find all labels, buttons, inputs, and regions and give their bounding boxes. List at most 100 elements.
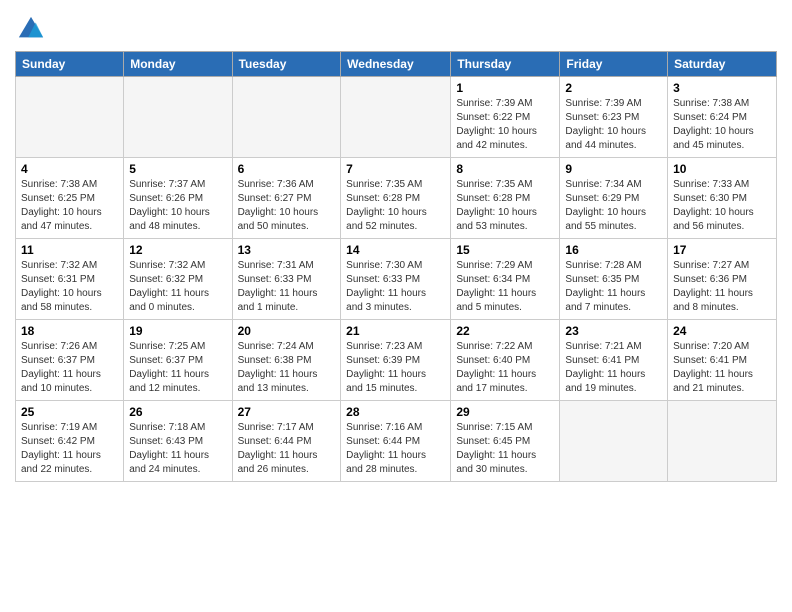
calendar-cell [668,401,777,482]
day-number: 22 [456,324,554,338]
calendar-week-row: 25 Sunrise: 7:19 AM Sunset: 6:42 PM Dayli… [16,401,777,482]
day-number: 2 [565,81,662,95]
weekday-header: Monday [124,52,232,77]
calendar-cell [560,401,668,482]
day-info: Sunrise: 7:24 AM Sunset: 6:38 PM Dayligh… [238,340,336,396]
calendar-week-row: 4 Sunrise: 7:38 AM Sunset: 6:25 PM Daylig… [16,158,777,239]
day-number: 28 [346,405,445,419]
day-info: Sunrise: 7:29 AM Sunset: 6:34 PM Dayligh… [456,259,554,315]
calendar-cell: 17 Sunrise: 7:27 AM Sunset: 6:36 PM Dayli… [668,239,777,320]
day-info: Sunrise: 7:16 AM Sunset: 6:44 PM Dayligh… [346,421,445,477]
day-info: Sunrise: 7:19 AM Sunset: 6:42 PM Dayligh… [21,421,118,477]
calendar-cell: 28 Sunrise: 7:16 AM Sunset: 6:44 PM Dayli… [341,401,451,482]
weekday-header: Sunday [16,52,124,77]
calendar-week-row: 18 Sunrise: 7:26 AM Sunset: 6:37 PM Dayli… [16,320,777,401]
day-info: Sunrise: 7:17 AM Sunset: 6:44 PM Dayligh… [238,421,336,477]
calendar-week-row: 1 Sunrise: 7:39 AM Sunset: 6:22 PM Daylig… [16,77,777,158]
calendar-cell: 13 Sunrise: 7:31 AM Sunset: 6:33 PM Dayli… [232,239,341,320]
day-number: 1 [456,81,554,95]
page-header [15,10,777,43]
header-row: SundayMondayTuesdayWednesdayThursdayFrid… [16,52,777,77]
calendar-cell: 18 Sunrise: 7:26 AM Sunset: 6:37 PM Dayli… [16,320,124,401]
calendar-body: 1 Sunrise: 7:39 AM Sunset: 6:22 PM Daylig… [16,77,777,482]
calendar-cell [232,77,341,158]
calendar-cell [16,77,124,158]
calendar-cell: 8Sunrise: 7:35 AM Sunset: 6:28 PM Daylig… [451,158,560,239]
day-number: 17 [673,243,771,257]
day-info: Sunrise: 7:36 AM Sunset: 6:27 PM Dayligh… [238,178,336,234]
calendar-cell [124,77,232,158]
day-number: 25 [21,405,118,419]
day-number: 7 [346,162,445,176]
calendar-table: SundayMondayTuesdayWednesdayThursdayFrid… [15,51,777,482]
weekday-header: Friday [560,52,668,77]
day-number: 10 [673,162,771,176]
day-number: 27 [238,405,336,419]
day-info: Sunrise: 7:39 AM Sunset: 6:22 PM Dayligh… [456,97,554,153]
day-number: 16 [565,243,662,257]
day-number: 9 [565,162,662,176]
calendar-cell: 15 Sunrise: 7:29 AM Sunset: 6:34 PM Dayli… [451,239,560,320]
day-number: 8 [456,162,554,176]
day-info: Sunrise: 7:30 AM Sunset: 6:33 PM Dayligh… [346,259,445,315]
calendar-week-row: 11 Sunrise: 7:32 AM Sunset: 6:31 PM Dayli… [16,239,777,320]
day-number: 13 [238,243,336,257]
day-number: 12 [129,243,226,257]
calendar-cell: 26 Sunrise: 7:18 AM Sunset: 6:43 PM Dayli… [124,401,232,482]
weekday-header: Wednesday [341,52,451,77]
calendar-cell: 7Sunrise: 7:35 AM Sunset: 6:28 PM Daylig… [341,158,451,239]
day-info: Sunrise: 7:20 AM Sunset: 6:41 PM Dayligh… [673,340,771,396]
logo-icon [17,15,45,43]
day-info: Sunrise: 7:27 AM Sunset: 6:36 PM Dayligh… [673,259,771,315]
calendar-cell: 12 Sunrise: 7:32 AM Sunset: 6:32 PM Dayli… [124,239,232,320]
day-info: Sunrise: 7:38 AM Sunset: 6:24 PM Dayligh… [673,97,771,153]
calendar-cell: 10 Sunrise: 7:33 AM Sunset: 6:30 PM Dayli… [668,158,777,239]
day-number: 6 [238,162,336,176]
day-number: 5 [129,162,226,176]
calendar-cell: 27 Sunrise: 7:17 AM Sunset: 6:44 PM Dayli… [232,401,341,482]
day-info: Sunrise: 7:39 AM Sunset: 6:23 PM Dayligh… [565,97,662,153]
calendar-cell: 25 Sunrise: 7:19 AM Sunset: 6:42 PM Dayli… [16,401,124,482]
calendar-cell: 21 Sunrise: 7:23 AM Sunset: 6:39 PM Dayli… [341,320,451,401]
day-number: 3 [673,81,771,95]
day-number: 26 [129,405,226,419]
calendar-cell: 22 Sunrise: 7:22 AM Sunset: 6:40 PM Dayli… [451,320,560,401]
day-info: Sunrise: 7:18 AM Sunset: 6:43 PM Dayligh… [129,421,226,477]
day-number: 11 [21,243,118,257]
day-number: 14 [346,243,445,257]
day-number: 15 [456,243,554,257]
calendar-cell: 1 Sunrise: 7:39 AM Sunset: 6:22 PM Daylig… [451,77,560,158]
day-info: Sunrise: 7:37 AM Sunset: 6:26 PM Dayligh… [129,178,226,234]
calendar-page: SundayMondayTuesdayWednesdayThursdayFrid… [0,0,792,612]
calendar-cell: 11 Sunrise: 7:32 AM Sunset: 6:31 PM Dayli… [16,239,124,320]
day-info: Sunrise: 7:33 AM Sunset: 6:30 PM Dayligh… [673,178,771,234]
calendar-cell: 3 Sunrise: 7:38 AM Sunset: 6:24 PM Daylig… [668,77,777,158]
day-info: Sunrise: 7:22 AM Sunset: 6:40 PM Dayligh… [456,340,554,396]
logo [15,15,45,43]
day-info: Sunrise: 7:26 AM Sunset: 6:37 PM Dayligh… [21,340,118,396]
day-info: Sunrise: 7:25 AM Sunset: 6:37 PM Dayligh… [129,340,226,396]
calendar-cell: 20 Sunrise: 7:24 AM Sunset: 6:38 PM Dayli… [232,320,341,401]
day-info: Sunrise: 7:32 AM Sunset: 6:32 PM Dayligh… [129,259,226,315]
calendar-cell: 4 Sunrise: 7:38 AM Sunset: 6:25 PM Daylig… [16,158,124,239]
day-info: Sunrise: 7:38 AM Sunset: 6:25 PM Dayligh… [21,178,118,234]
day-number: 20 [238,324,336,338]
weekday-header: Tuesday [232,52,341,77]
calendar-cell: 19 Sunrise: 7:25 AM Sunset: 6:37 PM Dayli… [124,320,232,401]
weekday-header: Thursday [451,52,560,77]
day-info: Sunrise: 7:23 AM Sunset: 6:39 PM Dayligh… [346,340,445,396]
day-info: Sunrise: 7:31 AM Sunset: 6:33 PM Dayligh… [238,259,336,315]
calendar-cell: 24 Sunrise: 7:20 AM Sunset: 6:41 PM Dayli… [668,320,777,401]
calendar-cell: 5 Sunrise: 7:37 AM Sunset: 6:26 PM Daylig… [124,158,232,239]
calendar-cell: 14 Sunrise: 7:30 AM Sunset: 6:33 PM Dayli… [341,239,451,320]
calendar-cell [341,77,451,158]
day-number: 18 [21,324,118,338]
day-number: 4 [21,162,118,176]
day-info: Sunrise: 7:34 AM Sunset: 6:29 PM Dayligh… [565,178,662,234]
day-info: Sunrise: 7:32 AM Sunset: 6:31 PM Dayligh… [21,259,118,315]
calendar-cell: 16Sunrise: 7:28 AM Sunset: 6:35 PM Dayli… [560,239,668,320]
calendar-header: SundayMondayTuesdayWednesdayThursdayFrid… [16,52,777,77]
day-number: 24 [673,324,771,338]
day-number: 19 [129,324,226,338]
day-number: 21 [346,324,445,338]
